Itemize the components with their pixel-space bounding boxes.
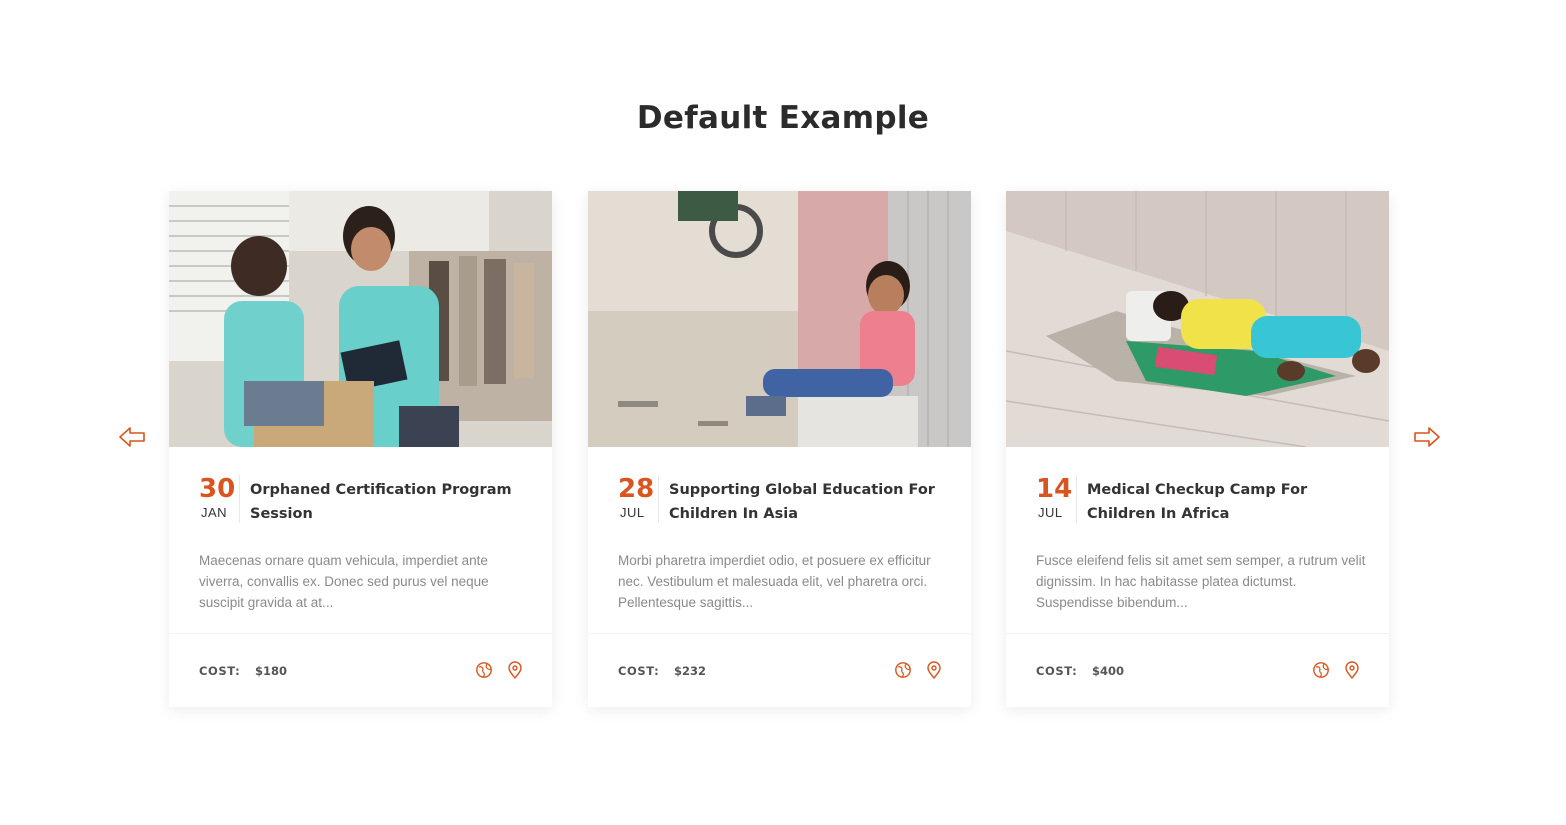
location-button[interactable] bbox=[506, 661, 524, 679]
event-title-link[interactable]: Supporting Global Education For Children… bbox=[669, 478, 944, 526]
event-card[interactable]: 28 JUL Supporting Global Education For C… bbox=[588, 191, 971, 707]
event-footer: COST: $232 bbox=[588, 633, 971, 707]
event-description: Morbi pharetra imperdiet odio, et posuer… bbox=[618, 553, 931, 610]
event-month: JUL bbox=[1038, 505, 1063, 520]
cost-value: $400 bbox=[1092, 664, 1125, 678]
globe-icon bbox=[895, 662, 911, 678]
event-title-link[interactable]: Orphaned Certification Program Session bbox=[250, 478, 525, 526]
event-date: 30 JAN bbox=[199, 475, 240, 523]
globe-button[interactable] bbox=[894, 661, 912, 679]
event-day: 14 bbox=[1036, 474, 1073, 504]
globe-button[interactable] bbox=[475, 661, 493, 679]
event-date: 14 JUL bbox=[1036, 475, 1077, 523]
event-day: 28 bbox=[618, 474, 655, 504]
event-image[interactable] bbox=[169, 191, 552, 447]
globe-button[interactable] bbox=[1312, 661, 1330, 679]
event-image[interactable] bbox=[588, 191, 971, 447]
event-card[interactable]: 30 JAN Orphaned Certification Program Se… bbox=[169, 191, 552, 707]
event-title-link[interactable]: Medical Checkup Camp For Children In Afr… bbox=[1087, 478, 1362, 526]
child-sleeping-photo bbox=[1006, 191, 1389, 447]
arrow-left-icon bbox=[119, 427, 145, 447]
event-month: JUL bbox=[620, 505, 645, 520]
map-pin-icon bbox=[508, 661, 522, 679]
carousel-next-button[interactable] bbox=[1412, 422, 1442, 452]
cost-label: COST: bbox=[1036, 664, 1078, 678]
volunteers-photo bbox=[169, 191, 552, 447]
map-pin-icon bbox=[927, 661, 941, 679]
section-title: Default Example bbox=[636, 100, 930, 136]
event-description: Maecenas ornare quam vehicula, imperdiet… bbox=[199, 553, 489, 610]
event-footer: COST: $180 bbox=[169, 633, 552, 707]
event-description: Fusce eleifend felis sit amet sem semper… bbox=[1036, 553, 1366, 610]
arrow-right-icon bbox=[1414, 427, 1440, 447]
event-card[interactable]: 14 JUL Medical Checkup Camp For Children… bbox=[1006, 191, 1389, 707]
event-footer: COST: $400 bbox=[1006, 633, 1389, 707]
globe-icon bbox=[1313, 662, 1329, 678]
map-pin-icon bbox=[1345, 661, 1359, 679]
cost-value: $180 bbox=[255, 664, 288, 678]
event-day: 30 bbox=[199, 474, 236, 504]
location-button[interactable] bbox=[925, 661, 943, 679]
event-month: JAN bbox=[201, 505, 228, 520]
cost-label: COST: bbox=[199, 664, 241, 678]
location-button[interactable] bbox=[1343, 661, 1361, 679]
event-image[interactable] bbox=[1006, 191, 1389, 447]
carousel-prev-button[interactable] bbox=[117, 422, 147, 452]
child-sitting-photo bbox=[588, 191, 971, 447]
cost-label: COST: bbox=[618, 664, 660, 678]
event-date: 28 JUL bbox=[618, 475, 659, 523]
globe-icon bbox=[476, 662, 492, 678]
cost-value: $232 bbox=[674, 664, 707, 678]
